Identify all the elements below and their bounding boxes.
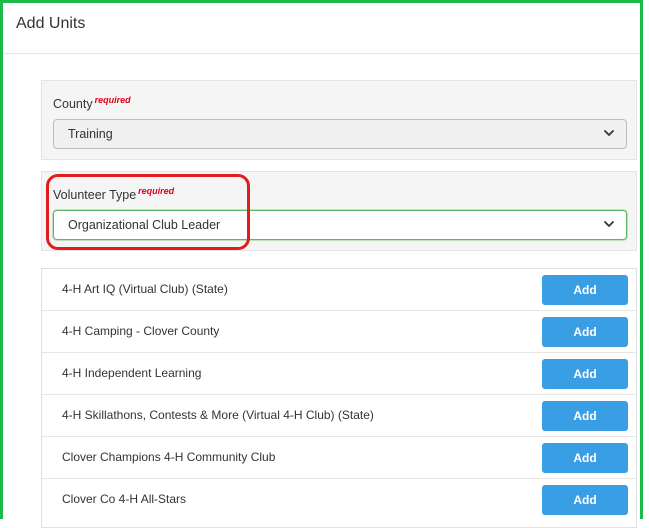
- list-item: 4-H Independent Learning Add: [42, 353, 636, 395]
- add-button[interactable]: Add: [542, 401, 628, 431]
- county-select-value: Training: [68, 127, 113, 141]
- unit-name: 4-H Camping - Clover County: [62, 324, 220, 338]
- unit-name: Clover Co 4-H All-Stars: [62, 492, 187, 506]
- add-button[interactable]: Add: [542, 275, 628, 305]
- chevron-down-icon: [604, 221, 614, 227]
- volunteer-type-required-marker: required: [138, 186, 175, 196]
- county-label: County required: [53, 95, 131, 111]
- volunteer-type-field-group: Volunteer Type required Organizational Cl…: [41, 171, 637, 251]
- volunteer-type-select-value: Organizational Club Leader: [68, 218, 221, 232]
- list-item: 4-H Art IQ (Virtual Club) (State) Add: [42, 269, 636, 311]
- unit-name: 4-H Art IQ (Virtual Club) (State): [62, 282, 228, 296]
- add-button[interactable]: Add: [542, 485, 628, 515]
- volunteer-type-select[interactable]: Organizational Club Leader: [53, 210, 627, 240]
- unit-name: Clover Champions 4-H Community Club: [62, 450, 276, 464]
- volunteer-type-label: Volunteer Type required: [53, 186, 174, 202]
- county-select[interactable]: Training: [53, 119, 627, 149]
- unit-name: 4-H Independent Learning: [62, 366, 202, 380]
- list-item: Clover Co 4-H All-Stars Add: [42, 479, 636, 521]
- list-item: 4-H Camping - Clover County Add: [42, 311, 636, 353]
- chevron-down-icon: [604, 130, 614, 136]
- panel-title: Add Units: [16, 15, 86, 32]
- list-item: 4-H Skillathons, Contests & More (Virtua…: [42, 395, 636, 437]
- county-field-group: County required Training: [41, 80, 637, 160]
- volunteer-type-label-text: Volunteer Type: [53, 188, 137, 203]
- county-label-text: County: [53, 97, 93, 112]
- unit-name: 4-H Skillathons, Contests & More (Virtua…: [62, 408, 374, 422]
- add-button[interactable]: Add: [542, 359, 628, 389]
- county-required-marker: required: [94, 95, 131, 105]
- add-units-panel: Add Units County required Training Volunt…: [0, 0, 643, 528]
- panel-header: Add Units: [3, 3, 640, 54]
- add-button[interactable]: Add: [542, 443, 628, 473]
- add-button[interactable]: Add: [542, 317, 628, 347]
- units-list: 4-H Art IQ (Virtual Club) (State) Add 4-…: [41, 268, 637, 528]
- list-item: Clover Champions 4-H Community Club Add: [42, 437, 636, 479]
